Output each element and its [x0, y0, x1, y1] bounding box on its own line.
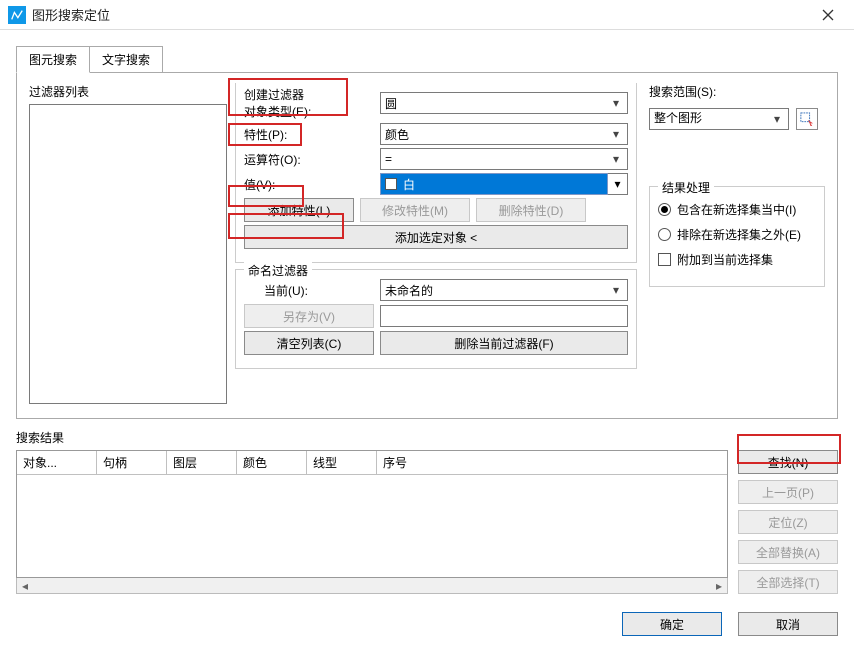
chevron-down-icon: ▾	[608, 173, 628, 195]
current-filter-combo[interactable]: 未命名的 ▾	[380, 279, 628, 301]
create-filter-group: 创建过滤器 对象类型(E): 圆 ▾ 特性(P): 颜色 ▾	[235, 83, 637, 263]
replace-all-button[interactable]: 全部替换(A)	[738, 540, 838, 564]
modify-property-button[interactable]: 修改特性(M)	[360, 198, 470, 222]
add-property-button[interactable]: 添加特性(L)	[244, 198, 354, 222]
search-results-label: 搜索结果	[16, 429, 838, 446]
operator-combo[interactable]: = ▾	[380, 148, 628, 170]
operator-label: 运算符(O):	[244, 151, 374, 168]
object-type-combo[interactable]: 圆 ▾	[380, 92, 628, 114]
selection-icon	[800, 112, 814, 126]
results-table[interactable]: 对象... 句柄 图层 颜色 线型 序号	[16, 450, 728, 578]
app-icon	[8, 6, 26, 24]
radio-include-new-selection[interactable]: 包含在新选择集当中(I)	[658, 201, 816, 218]
window-title: 图形搜索定位	[32, 5, 810, 24]
col-color[interactable]: 颜色	[237, 451, 307, 474]
clear-list-button[interactable]: 清空列表(C)	[244, 331, 374, 355]
col-object[interactable]: 对象...	[17, 451, 97, 474]
chevron-down-icon: ▾	[607, 150, 625, 168]
col-handle[interactable]: 句柄	[97, 451, 167, 474]
tab-element-search[interactable]: 图元搜索	[16, 46, 90, 73]
radio-icon	[658, 228, 671, 241]
prev-page-button[interactable]: 上一页(P)	[738, 480, 838, 504]
checkbox-append-selection[interactable]: 附加到当前选择集	[658, 251, 816, 268]
cancel-button[interactable]: 取消	[738, 612, 838, 636]
color-swatch-white	[385, 178, 397, 190]
filter-name-input[interactable]	[380, 305, 628, 327]
results-hscroll[interactable]: ◂ ▸	[16, 578, 728, 594]
ok-button[interactable]: 确定	[622, 612, 722, 636]
radio-exclude-new-selection[interactable]: 排除在新选择集之外(E)	[658, 226, 816, 243]
value-color-combo[interactable]: 白 ▾	[380, 173, 628, 195]
chevron-down-icon: ▾	[607, 94, 625, 112]
named-filter-legend: 命名过滤器	[244, 262, 312, 279]
filter-listbox[interactable]	[29, 104, 227, 404]
filter-list-label: 过滤器列表	[29, 83, 227, 100]
result-processing-legend: 结果处理	[658, 179, 714, 196]
checkbox-icon	[658, 253, 671, 266]
chevron-down-icon: ▾	[768, 110, 786, 128]
find-button[interactable]: 查找(N)	[738, 450, 838, 474]
radio-icon	[658, 203, 671, 216]
delete-current-filter-button[interactable]: 删除当前过滤器(F)	[380, 331, 628, 355]
col-layer[interactable]: 图层	[167, 451, 237, 474]
chevron-down-icon: ▾	[607, 125, 625, 143]
close-icon	[822, 9, 834, 21]
chevron-down-icon: ▾	[607, 281, 625, 299]
current-label: 当前(U):	[244, 282, 374, 299]
locate-button[interactable]: 定位(Z)	[738, 510, 838, 534]
search-scope-combo[interactable]: 整个图形 ▾	[649, 108, 789, 130]
property-label: 特性(P):	[244, 126, 374, 143]
search-scope-label: 搜索范围(S):	[649, 83, 825, 100]
create-filter-legend: 创建过滤器	[244, 86, 374, 103]
close-button[interactable]	[810, 0, 846, 30]
save-as-button[interactable]: 另存为(V)	[244, 304, 374, 328]
value-label: 值(V):	[244, 176, 374, 193]
property-combo[interactable]: 颜色 ▾	[380, 123, 628, 145]
object-type-label: 对象类型(E):	[244, 103, 374, 120]
col-index[interactable]: 序号	[377, 451, 727, 474]
result-processing-group: 结果处理 包含在新选择集当中(I) 排除在新选择集之外(E) 附加到当前选择集	[649, 186, 825, 287]
col-linetype[interactable]: 线型	[307, 451, 377, 474]
named-filter-group: 命名过滤器 当前(U): 未命名的 ▾ 另存为(V) 清空列表(C) 删除当前过…	[235, 269, 637, 369]
add-selected-object-button[interactable]: 添加选定对象 <	[244, 225, 628, 249]
tab-text-search[interactable]: 文字搜索	[89, 46, 163, 72]
pick-scope-button[interactable]	[796, 108, 818, 130]
delete-property-button[interactable]: 删除特性(D)	[476, 198, 586, 222]
select-all-button[interactable]: 全部选择(T)	[738, 570, 838, 594]
scroll-right-icon[interactable]: ▸	[711, 578, 727, 593]
scroll-left-icon[interactable]: ◂	[17, 578, 33, 593]
